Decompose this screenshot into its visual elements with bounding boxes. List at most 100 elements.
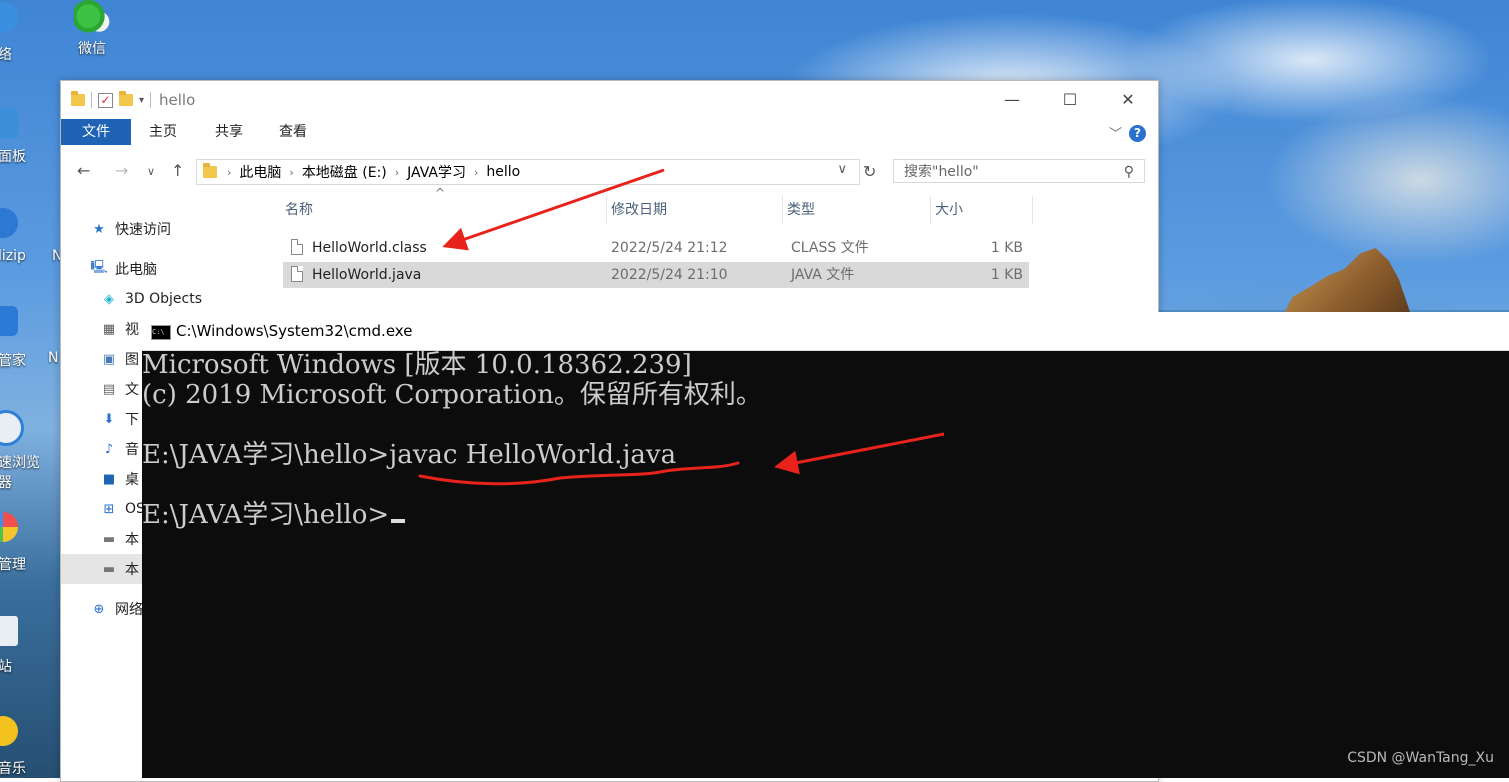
breadcrumb-separator[interactable]: ›: [289, 166, 293, 179]
sidebar-item-quick-access[interactable]: ★ 快速访问: [91, 214, 171, 244]
file-date: 2022/5/24 21:10: [611, 267, 728, 283]
desktop-edge-label: 器: [0, 475, 12, 491]
sidebar-item-label: 本: [125, 532, 139, 548]
desktop-edge-label: 络: [0, 47, 12, 63]
forward-arrow-icon[interactable]: →: [115, 161, 128, 180]
document-icon: ▤: [102, 381, 116, 397]
sidebar-item-desktop[interactable]: ■ 桌: [101, 464, 139, 494]
column-header-row: ^ 名称 修改日期 类型 大小: [281, 186, 1033, 224]
sidebar-item-network[interactable]: ⊕ 网络: [91, 594, 143, 624]
sidebar-item-this-pc[interactable]: 🖳 此电脑: [90, 254, 157, 284]
bandizip-icon[interactable]: [0, 208, 18, 238]
tab-home[interactable]: 主页: [141, 119, 185, 145]
minimize-button[interactable]: —: [983, 81, 1041, 117]
sidebar-item-downloads[interactable]: ⬇ 下: [101, 404, 139, 434]
cmd-window-title: C:\Windows\System32\cmd.exe: [176, 322, 413, 340]
folder-icon: [71, 91, 85, 106]
file-size: 1 KB: [990, 240, 1023, 256]
recent-locations-icon[interactable]: ∨: [147, 165, 155, 178]
file-type: JAVA 文件: [791, 267, 855, 283]
desktop-icon-wechat[interactable]: 微信: [62, 0, 122, 58]
explorer-titlebar[interactable]: ✓ ▾ hello — ☐ ✕: [61, 81, 1158, 117]
control-panel-icon[interactable]: [0, 108, 18, 138]
window-title: hello: [159, 91, 196, 109]
sidebar-item-label: 文: [125, 382, 139, 398]
file-row-helloworld-java[interactable]: HelloWorld.java 2022/5/24 21:10 JAVA 文件 …: [283, 262, 1029, 288]
sidebar-item-music[interactable]: ♪ 音: [101, 434, 139, 464]
sidebar-item-pictures[interactable]: ▣ 图: [101, 344, 139, 374]
wallpaper-rock: [1282, 248, 1412, 318]
tab-share[interactable]: 共享: [207, 119, 251, 145]
search-placeholder: 搜索"hello": [904, 164, 979, 180]
address-bar[interactable]: › 此电脑 › 本地磁盘 (E:) › JAVA学习 › hello ∨: [196, 159, 860, 185]
close-button[interactable]: ✕: [1099, 81, 1157, 117]
text-cursor: [391, 519, 406, 523]
console-line: Microsoft Windows [版本 10.0.18362.239]: [142, 350, 692, 380]
software-manager-icon[interactable]: [0, 512, 18, 542]
breadcrumb-separator[interactable]: ›: [474, 166, 478, 179]
cube-icon: ◈: [104, 291, 114, 307]
terminal-icon: C:\: [151, 325, 171, 340]
security-shield-icon[interactable]: [0, 306, 18, 336]
up-arrow-icon[interactable]: ↑: [171, 161, 184, 180]
recycle-bin-icon[interactable]: [0, 616, 18, 646]
computer-icon: 🖳: [90, 260, 108, 275]
cmd-console[interactable]: Microsoft Windows [版本 10.0.18362.239] (c…: [142, 350, 1509, 778]
column-size[interactable]: 大小: [931, 196, 1033, 224]
expand-ribbon-icon[interactable]: ﹀: [1109, 123, 1122, 142]
sidebar-item-os-drive[interactable]: ⊞ OS: [101, 494, 145, 524]
star-icon: ★: [93, 221, 105, 237]
column-date-modified[interactable]: 修改日期: [607, 196, 783, 224]
desktop-edge-label: 速浏览: [0, 455, 40, 471]
customize-toolbar-icon[interactable]: ▾: [139, 95, 144, 106]
drive-icon: ▬: [102, 561, 116, 577]
file-size: 1 KB: [990, 267, 1023, 283]
browser-icon[interactable]: [0, 410, 24, 446]
windows-drive-icon: ⊞: [103, 501, 115, 517]
help-icon[interactable]: ?: [1129, 125, 1146, 142]
ribbon-tabs: 文件 主页 共享 查看 ﹀ ?: [61, 119, 1158, 147]
tab-file[interactable]: 文件: [61, 119, 131, 145]
cmd-titlebar[interactable]: C:\ C:\Windows\System32\cmd.exe: [142, 312, 1509, 351]
search-input[interactable]: 搜索"hello" ⚲: [893, 159, 1145, 183]
desktop-edge-label: N: [48, 350, 59, 366]
breadcrumb-separator[interactable]: ›: [227, 166, 231, 179]
console-line: E:\JAVA学习\hello>javac HelloWorld.java: [142, 440, 677, 470]
breadcrumb-hello[interactable]: hello: [486, 164, 520, 180]
minimize-icon: —: [1004, 89, 1020, 109]
sidebar-item-label: 本: [125, 562, 139, 578]
film-icon: ▦: [102, 321, 116, 337]
breadcrumb-local-disk[interactable]: 本地磁盘 (E:): [302, 162, 387, 182]
sidebar-item-label: 3D Objects: [125, 291, 203, 307]
file-type: CLASS 文件: [791, 240, 869, 256]
navigation-bar: ← → ∨ ↑ › 此电脑 › 本地磁盘 (E:) › JAVA学习 › hel…: [61, 155, 1158, 187]
divider: [150, 92, 152, 108]
properties-icon[interactable]: ✓: [98, 92, 113, 108]
console-prompt-line[interactable]: E:\JAVA学习\hello>: [142, 500, 406, 530]
sidebar-item-label: 图: [125, 352, 139, 368]
sidebar-item-label: 音: [125, 442, 139, 458]
new-folder-icon[interactable]: [119, 91, 133, 106]
command-prompt-window: C:\ C:\Windows\System32\cmd.exe Microsof…: [142, 312, 1509, 778]
breadcrumb-this-pc[interactable]: 此电脑: [239, 162, 281, 182]
sidebar-item-3d-objects[interactable]: ◈ 3D Objects: [101, 284, 202, 314]
folder-icon: [203, 163, 217, 178]
file-row-helloworld-class[interactable]: HelloWorld.class 2022/5/24 21:12 CLASS 文…: [283, 235, 1029, 261]
desktop-edge-label: 管家: [0, 353, 26, 369]
sidebar-item-documents[interactable]: ▤ 文: [101, 374, 139, 404]
sidebar-item-videos[interactable]: ▦ 视: [101, 314, 139, 344]
app-icon[interactable]: [0, 2, 18, 32]
maximize-button[interactable]: ☐: [1041, 81, 1099, 117]
column-type[interactable]: 类型: [783, 196, 931, 224]
address-dropdown-icon[interactable]: ∨: [837, 162, 847, 177]
breadcrumb-java[interactable]: JAVA学习: [407, 162, 466, 182]
watermark: CSDN @WanTang_Xu: [1347, 750, 1494, 766]
breadcrumb-separator[interactable]: ›: [395, 166, 399, 179]
back-arrow-icon[interactable]: ←: [77, 161, 90, 180]
column-name[interactable]: 名称: [281, 196, 607, 224]
tab-view[interactable]: 查看: [271, 119, 315, 145]
music-icon[interactable]: [0, 716, 18, 746]
sidebar-item-local-disk[interactable]: ▬ 本: [101, 524, 139, 554]
divider: [91, 92, 92, 108]
refresh-icon[interactable]: ↻: [863, 162, 876, 181]
